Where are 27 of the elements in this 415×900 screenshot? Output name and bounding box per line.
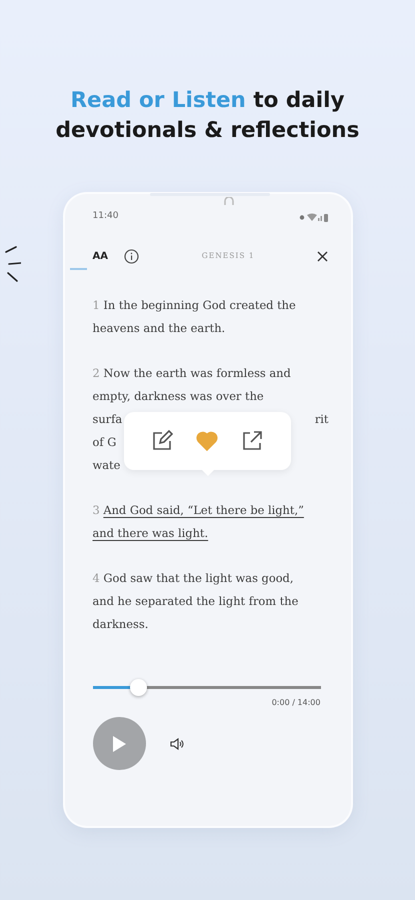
playback-time: 0:00 / 14:00	[270, 697, 320, 709]
verse-text[interactable]: 4 God saw that the light was good,	[92, 567, 294, 590]
verse-text[interactable]: empty, darkness was over the	[92, 385, 264, 408]
camera-icon	[224, 197, 234, 205]
info-icon[interactable]	[124, 248, 139, 264]
play-icon	[112, 736, 126, 752]
verse-text[interactable]: wate	[92, 454, 120, 477]
close-icon[interactable]	[317, 250, 328, 262]
verse-text[interactable]: 2 Now the earth was formless and	[92, 362, 291, 385]
slider-thumb[interactable]	[130, 679, 148, 696]
verse-text[interactable]: and he separated the light from the	[92, 590, 298, 613]
status-icons	[298, 212, 328, 222]
status-time: 11:40	[92, 210, 118, 224]
headline: Read or Listen to daily devotionals & reflections	[54, 87, 360, 145]
verse-text[interactable]: darkness.	[92, 613, 148, 636]
verse-text[interactable]: and there was light.	[92, 522, 208, 545]
text-size-button[interactable]: AA	[92, 248, 108, 264]
edit-icon[interactable]	[151, 430, 173, 452]
verse-text[interactable]: rit	[314, 408, 328, 431]
verse-text[interactable]: of G	[92, 431, 116, 454]
volume-icon[interactable]	[170, 738, 184, 750]
verse-text[interactable]: surfa	[92, 408, 122, 431]
tab-indicator	[70, 268, 86, 270]
share-icon[interactable]	[241, 430, 263, 452]
verse-text[interactable]: 1 In the beginning God created the	[92, 294, 296, 317]
verse-text[interactable]: heavens and the earth.	[92, 317, 226, 340]
verse-text[interactable]: 3 And God said, “Let there be light,”	[92, 499, 304, 522]
